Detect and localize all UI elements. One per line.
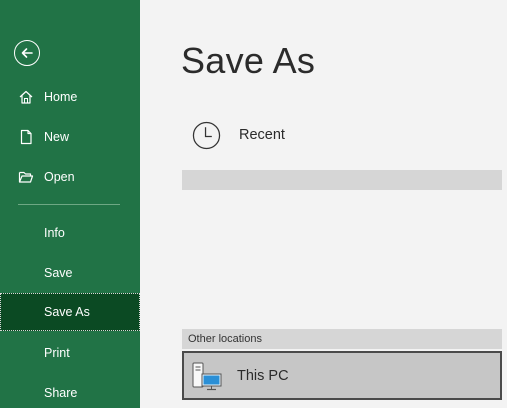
nav-label: Info xyxy=(44,226,65,240)
backstage-sidebar: Home New Open Info Save Save As Print Sh… xyxy=(0,0,140,408)
nav-label: Save As xyxy=(44,305,90,319)
recent-label: Recent xyxy=(239,127,285,143)
open-folder-icon xyxy=(18,169,34,185)
other-locations-header: Other locations xyxy=(182,329,502,349)
nav-item-new[interactable]: New xyxy=(0,118,140,156)
nav-label: Home xyxy=(44,90,78,104)
nav-item-save[interactable]: Save xyxy=(0,254,140,292)
nav-label: Share xyxy=(44,386,78,400)
back-button[interactable] xyxy=(14,40,40,66)
save-as-panel: Save As Recent Other locations This PC xyxy=(140,0,507,408)
nav-item-save-as[interactable]: Save As xyxy=(0,293,140,331)
nav-label: Print xyxy=(44,346,70,360)
page-title: Save As xyxy=(181,40,316,81)
new-document-icon xyxy=(18,129,34,145)
clock-icon xyxy=(192,121,221,150)
home-icon xyxy=(18,89,34,105)
location-label: This PC xyxy=(237,368,289,384)
nav-item-home[interactable]: Home xyxy=(0,78,140,116)
this-pc-icon xyxy=(192,362,222,391)
section-separator xyxy=(182,170,502,190)
nav-item-share[interactable]: Share xyxy=(0,374,140,408)
nav-label: New xyxy=(44,130,70,144)
nav-item-info[interactable]: Info xyxy=(0,214,140,252)
nav-label: Open xyxy=(44,170,75,184)
location-this-pc[interactable]: This PC xyxy=(182,351,502,400)
sidebar-divider xyxy=(18,204,120,205)
nav-label: Save xyxy=(44,266,73,280)
recent-location[interactable]: Recent xyxy=(182,114,502,158)
back-arrow-icon xyxy=(21,48,33,58)
nav-item-open[interactable]: Open xyxy=(0,158,140,196)
nav-item-print[interactable]: Print xyxy=(0,334,140,372)
